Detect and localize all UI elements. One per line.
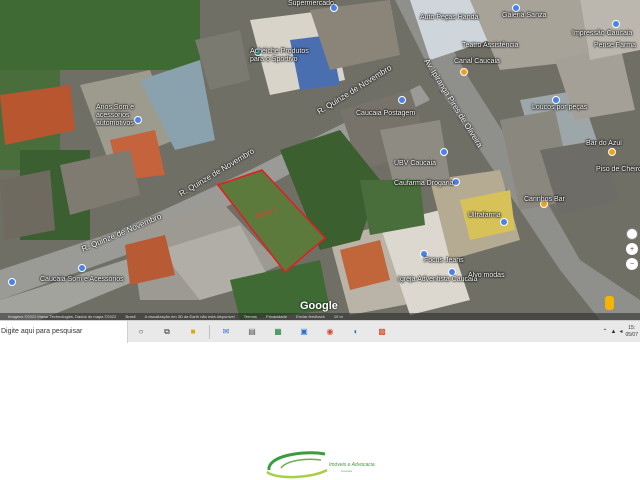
privacy-link[interactable]: Privacidade: [266, 314, 287, 319]
taskbar-divider: [209, 324, 210, 339]
taskbar-search-input[interactable]: Digite aqui para pesquisar: [0, 320, 128, 343]
chevron-up-icon[interactable]: ⌃: [602, 328, 607, 335]
place-pin-icon[interactable]: [440, 148, 448, 156]
place-label-galeria: Galeria Sanza: [502, 12, 547, 19]
pegman-icon[interactable]: [605, 296, 614, 310]
attribution-imagery: Imagens ©2022 Maxar Technologies, Dados …: [8, 314, 117, 319]
place-pin-icon[interactable]: [448, 268, 456, 276]
place-pin-icon[interactable]: [500, 218, 508, 226]
mail-icon[interactable]: ✉: [219, 325, 233, 339]
zoom-out-button[interactable]: −: [626, 258, 638, 270]
place-label-supermercado: Supermercado: [288, 0, 334, 7]
place-label-ultrafarma: Ultrafarma: [468, 212, 501, 219]
chrome-icon[interactable]: ◉: [323, 325, 337, 339]
excel-icon[interactable]: ▦: [271, 325, 285, 339]
file-explorer-icon[interactable]: ■: [186, 325, 200, 339]
place-label-carinhos: Carinhos Bar: [524, 196, 565, 203]
place-label-ubv: UBV Caucaia: [394, 160, 437, 167]
place-label-igreja: Igreja Adventista Caucaia: [398, 276, 478, 283]
place-label-canal: Canal Caucaia: [454, 58, 500, 65]
clock-date: 05/07: [625, 331, 638, 338]
clock[interactable]: 15: 05/07: [625, 325, 638, 339]
photos-icon[interactable]: ▣: [297, 325, 311, 339]
brand-name: Imóveis e Advocacia: [329, 462, 375, 468]
network-icon[interactable]: ▲: [611, 329, 617, 335]
place-pin-icon[interactable]: [398, 96, 406, 104]
place-label-pense: Pense Farma: [594, 42, 637, 49]
clock-time: 15:: [628, 324, 636, 331]
zoom-in-button[interactable]: +: [626, 243, 638, 255]
place-pin-icon[interactable]: [512, 4, 520, 12]
place-label-alvo: Alvo modas: [468, 272, 505, 279]
place-label-teatro: Teatro Assistência: [462, 42, 519, 49]
place-label-caucaia-som: Caucaia Som e Acessórios: [40, 276, 124, 283]
satellite-map[interactable]: Área: 5 R. Quinze de Novembro R. Quinze …: [0, 0, 640, 320]
place-pin-icon[interactable]: [460, 68, 468, 76]
edge-icon[interactable]: ◐: [349, 325, 363, 339]
place-pin-icon[interactable]: [612, 20, 620, 28]
place-pin-icon[interactable]: [608, 148, 616, 156]
place-pin-icon[interactable]: [8, 278, 16, 286]
brand-subtitle: Caucaia: [341, 469, 353, 473]
taskbar: Digite aqui para pesquisar ○ ⧉ ■ ✉ ▤ ▦ ▣…: [0, 320, 640, 343]
feedback-link[interactable]: Enviar feedback: [296, 314, 325, 319]
place-label-loucos: Loucos por peças: [532, 104, 588, 111]
powerpoint-icon[interactable]: ▩: [375, 325, 389, 339]
system-tray: ⌃ ▲ ◂ 15: 05/07: [602, 325, 640, 339]
place-label-acheiche: Achéiche Produtos para o Sportivo: [250, 48, 309, 63]
cortana-icon[interactable]: ○: [134, 325, 148, 339]
store-icon[interactable]: ▤: [245, 325, 259, 339]
compass-icon[interactable]: [626, 228, 638, 240]
place-label-focus: Focus Jeans: [424, 257, 464, 264]
place-label-autopecas: Auto Peças Handa: [420, 14, 479, 21]
task-view-icon[interactable]: ⧉: [160, 325, 174, 339]
attribution-country: Brasil: [125, 314, 136, 319]
terms-link[interactable]: Termos: [244, 314, 257, 319]
map-attribution: Imagens ©2022 Maxar Technologies, Dados …: [0, 313, 640, 320]
scale-label: 10 m: [333, 314, 343, 319]
place-pin-icon[interactable]: [78, 264, 86, 272]
parcel-outline[interactable]: [0, 0, 640, 320]
map-controls: + −: [626, 228, 638, 270]
place-label-piso: Piso de Cheiro: [596, 166, 640, 173]
place-label-impressao: Impressão Caucaia: [572, 30, 633, 37]
search-placeholder: Digite aqui para pesquisar: [1, 328, 83, 335]
place-label-bar-azul: Bar do Azul: [586, 140, 622, 147]
google-logo: Google: [300, 300, 338, 312]
place-label-caucaia-postagem: Caucaia Postagem: [356, 110, 416, 117]
place-pin-icon[interactable]: [552, 96, 560, 104]
place-label-caufarma: Caufarma Drogaria: [394, 180, 454, 187]
brand-logo: Imóveis e Advocacia Caucaia: [263, 448, 393, 480]
volume-icon[interactable]: ◂: [619, 328, 622, 335]
attribution-3d-note: A visualização em 3D da Earth não está d…: [144, 314, 235, 319]
place-label-anos: Anos Som e acessórios automotivos: [96, 104, 135, 127]
